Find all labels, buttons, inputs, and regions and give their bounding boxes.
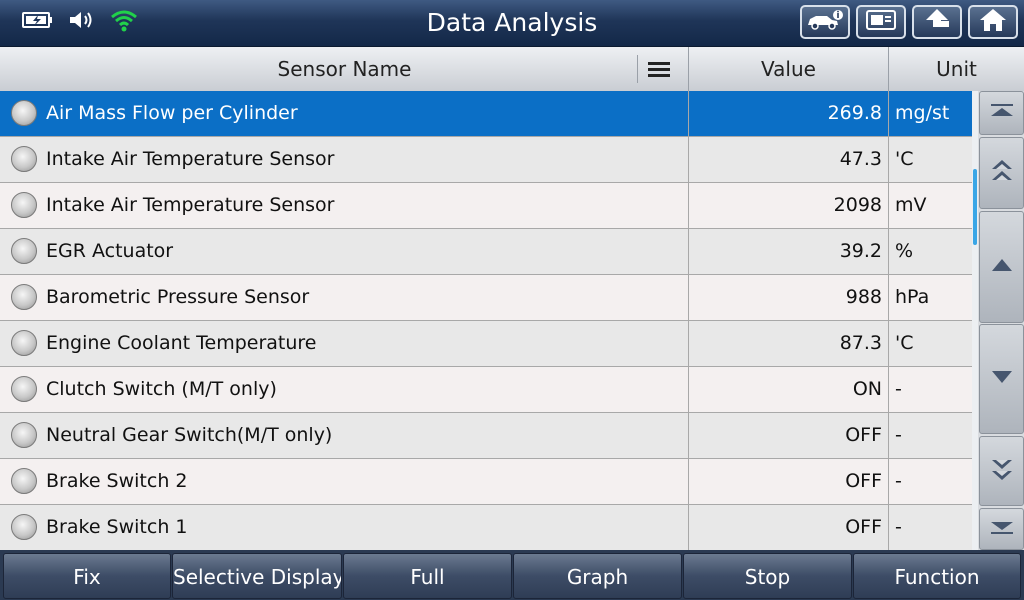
sensor-value: 269.8	[689, 91, 889, 136]
sensor-name: Brake Switch 1	[0, 505, 689, 550]
scroll-controls	[972, 91, 1024, 550]
row-select-radio[interactable]	[11, 100, 37, 126]
sensor-name: Brake Switch 2	[0, 459, 689, 504]
sensor-name: Air Mass Flow per Cylinder	[0, 91, 689, 136]
row-select-radio[interactable]	[11, 238, 37, 264]
sensor-value: 87.3	[689, 321, 889, 366]
sensor-value: 39.2	[689, 229, 889, 274]
back-button[interactable]	[912, 5, 962, 39]
sensor-name: Barometric Pressure Sensor	[0, 275, 689, 320]
table-row[interactable]: Clutch Switch (M/T only) ON -	[0, 367, 972, 413]
sensor-value: OFF	[689, 505, 889, 550]
sensor-name: Clutch Switch (M/T only)	[0, 367, 689, 412]
sensor-name: Neutral Gear Switch(M/T only)	[0, 413, 689, 458]
sensor-unit: hPa	[895, 286, 930, 308]
table-row[interactable]: Neutral Gear Switch(M/T only) OFF -	[0, 413, 972, 459]
scrollbar[interactable]	[972, 91, 978, 550]
sensor-unit: -	[895, 378, 902, 400]
sensor-value: 47.3	[689, 137, 889, 182]
sensor-name: Intake Air Temperature Sensor	[0, 137, 689, 182]
selective-display-button[interactable]: Selective Display	[172, 553, 342, 599]
full-button[interactable]: Full	[343, 553, 512, 599]
sensor-name: Intake Air Temperature Sensor	[0, 183, 689, 228]
table-header: Sensor Name Value Unit	[0, 47, 1024, 92]
report-button[interactable]	[856, 5, 906, 39]
scroll-top-icon	[989, 102, 1015, 124]
column-value[interactable]: Value	[689, 47, 889, 91]
graph-button[interactable]: Graph	[513, 553, 682, 599]
row-select-radio[interactable]	[11, 376, 37, 402]
sensor-value: 988	[689, 275, 889, 320]
sensor-unit: 'C	[895, 332, 914, 354]
scrollbar-thumb[interactable]	[973, 169, 977, 245]
sensor-unit: 'C	[895, 148, 914, 170]
line-down-button[interactable]	[979, 324, 1024, 434]
page-down-icon	[989, 456, 1015, 486]
column-unit[interactable]: Unit	[889, 47, 1024, 91]
sensor-value: ON	[689, 367, 889, 412]
table-row[interactable]: Air Mass Flow per Cylinder 269.8 mg/st	[0, 91, 972, 137]
table-row[interactable]: Engine Coolant Temperature 87.3 'C	[0, 321, 972, 367]
sensor-value: OFF	[689, 413, 889, 458]
row-select-radio[interactable]	[11, 284, 37, 310]
function-button[interactable]: Function	[853, 553, 1021, 599]
table-row[interactable]: Intake Air Temperature Sensor 2098 mV	[0, 183, 972, 229]
column-sensor-name[interactable]: Sensor Name	[0, 47, 689, 91]
report-icon	[864, 8, 898, 36]
scroll-bottom-button[interactable]	[979, 508, 1024, 550]
back-icon	[922, 7, 952, 37]
sensor-list: Air Mass Flow per Cylinder 269.8 mg/st Inta…	[0, 91, 972, 550]
table-row[interactable]: Brake Switch 2 OFF -	[0, 459, 972, 505]
sensor-unit: -	[895, 470, 902, 492]
column-menu-icon[interactable]	[637, 55, 680, 83]
bottom-toolbar: Fix Selective Display Full Graph Stop Fu…	[0, 550, 1024, 600]
page-up-button[interactable]	[979, 137, 1024, 209]
title-bar: Data Analysis	[0, 0, 1024, 47]
page-up-icon	[989, 158, 1015, 188]
stop-button[interactable]: Stop	[683, 553, 852, 599]
sensor-unit: mg/st	[895, 102, 950, 124]
sensor-unit: -	[895, 424, 902, 446]
line-up-button[interactable]	[979, 211, 1024, 323]
vehicle-info-button[interactable]	[800, 5, 850, 39]
sensor-unit: mV	[895, 194, 927, 216]
row-select-radio[interactable]	[11, 192, 37, 218]
table-row[interactable]: Brake Switch 1 OFF -	[0, 505, 972, 550]
table-row[interactable]: EGR Actuator 39.2%	[0, 229, 972, 275]
scroll-top-button[interactable]	[979, 91, 1024, 135]
sensor-name: Engine Coolant Temperature	[0, 321, 689, 366]
row-select-radio[interactable]	[11, 422, 37, 448]
sensor-name: EGR Actuator	[0, 229, 689, 274]
line-down-icon	[990, 369, 1014, 389]
row-select-radio[interactable]	[11, 146, 37, 172]
row-select-radio[interactable]	[11, 468, 37, 494]
page-down-button[interactable]	[979, 436, 1024, 506]
sensor-unit: -	[895, 516, 902, 538]
home-button[interactable]	[968, 5, 1018, 39]
sensor-value: 2098	[689, 183, 889, 228]
row-select-radio[interactable]	[11, 330, 37, 356]
table-row[interactable]: Intake Air Temperature Sensor 47.3 'C	[0, 137, 972, 183]
vehicle-info-icon	[805, 8, 845, 36]
sensor-value: OFF	[689, 459, 889, 504]
row-select-radio[interactable]	[11, 514, 37, 540]
fix-button[interactable]: Fix	[3, 553, 171, 599]
home-icon	[978, 7, 1008, 37]
table-row[interactable]: Barometric Pressure Sensor 988 hPa	[0, 275, 972, 321]
sensor-unit: %	[895, 240, 914, 262]
line-up-icon	[990, 257, 1014, 277]
scroll-bottom-icon	[989, 518, 1015, 540]
